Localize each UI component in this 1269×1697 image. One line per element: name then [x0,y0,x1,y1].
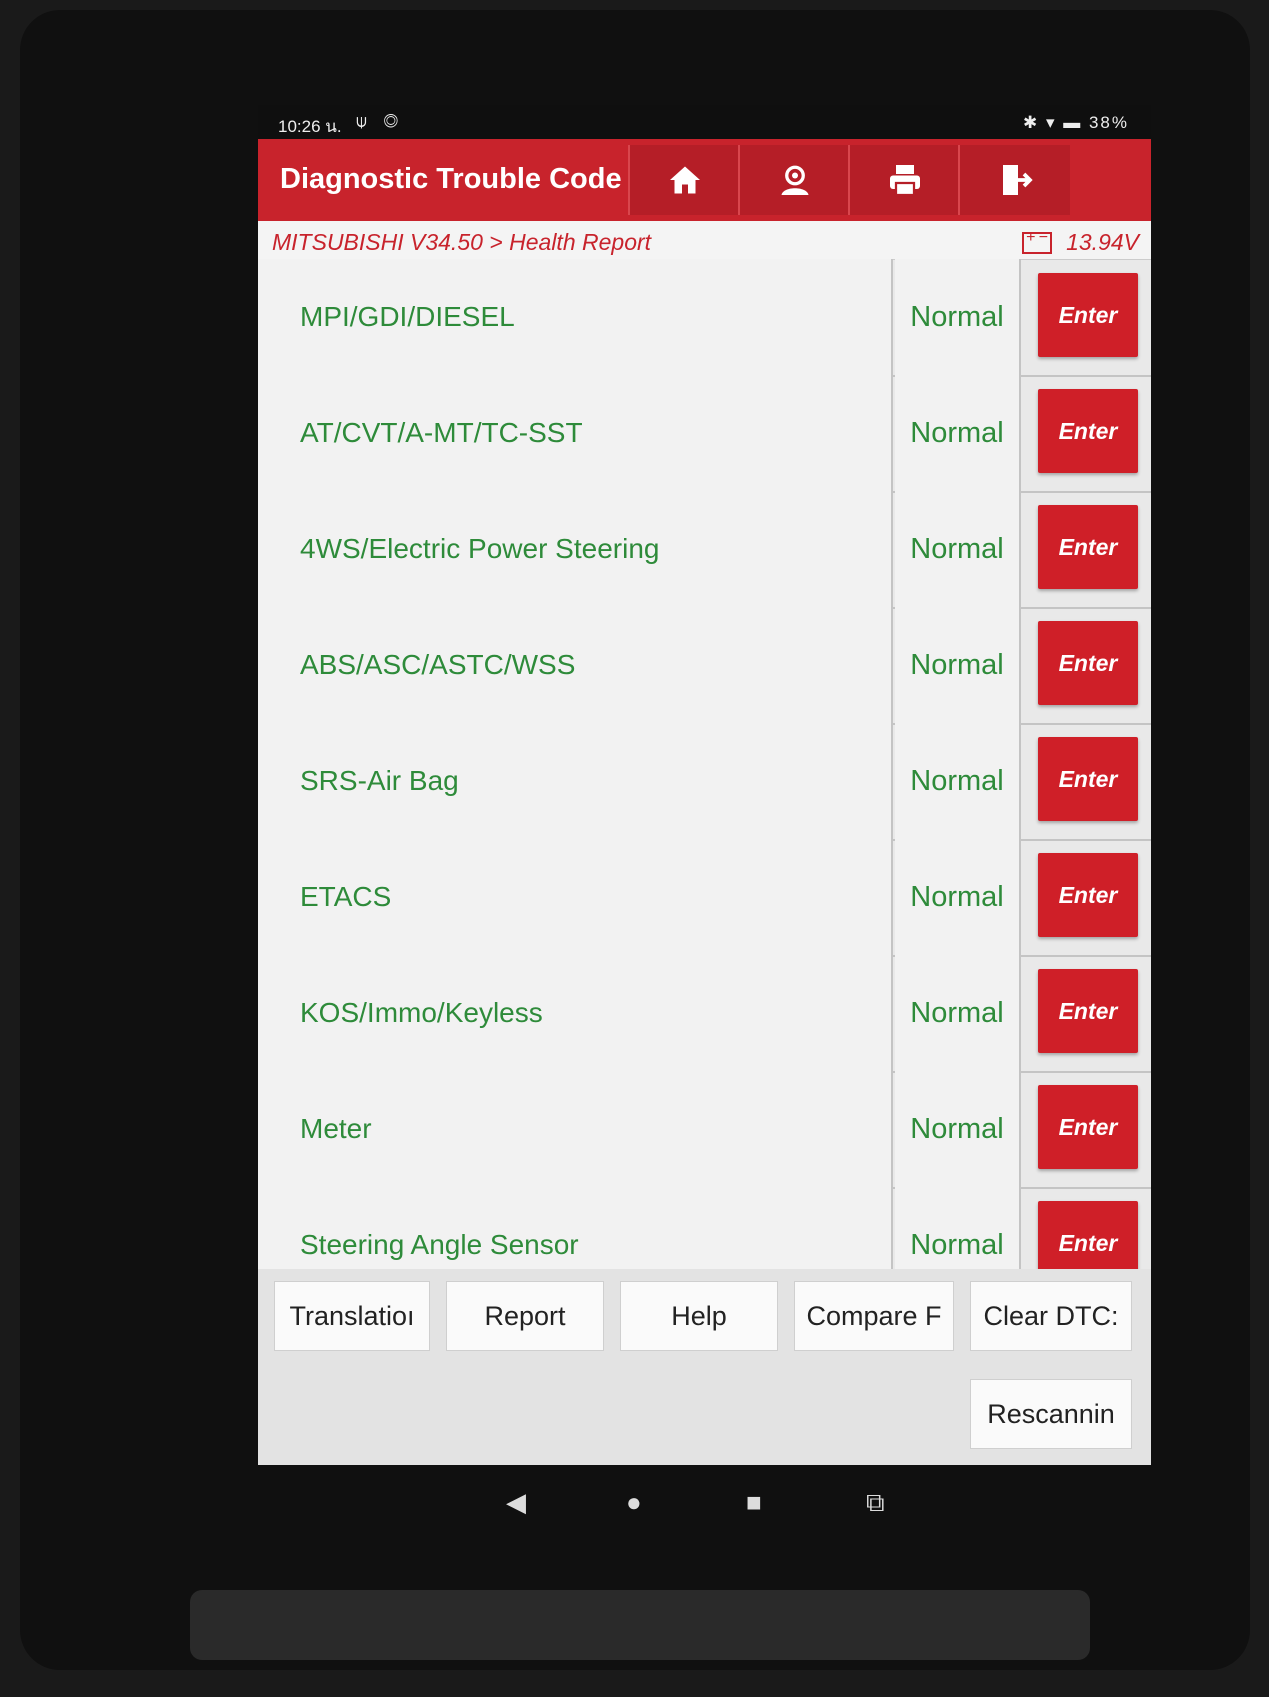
report-button[interactable]: Report [446,1281,604,1351]
back-icon[interactable]: ◀ [506,1487,526,1518]
voltage-value: 13.94V [1066,229,1139,255]
list-item: KOS/Immo/Keyless Normal Enter [258,955,1151,1073]
exit-icon [1003,165,1033,195]
system-list: MPI/GDI/DIESEL Normal Enter AT/CVT/A-MT/… [258,259,1151,1269]
translation-button[interactable]: Translatioı [274,1281,430,1351]
user-button[interactable] [738,145,850,215]
battery-level: 38% [1088,113,1129,132]
system-name: KOS/Immo/Keyless [258,955,893,1071]
breadcrumb: MITSUBISHI V34.50 > Health Report 13.94V [258,221,1151,260]
system-status: Normal [895,491,1021,607]
car-battery-icon [1022,229,1053,254]
enter-button[interactable]: Enter [1038,737,1138,821]
system-status: Normal [895,1187,1021,1269]
notification-icons: ⍦ ◎ [356,111,405,131]
wifi-icon: ▾ [1045,113,1057,132]
compare-button[interactable]: Compare F [794,1281,954,1351]
breadcrumb-path: MITSUBISHI V34.50 > Health Report [272,229,652,255]
help-button[interactable]: Help [620,1281,778,1351]
status-bar: 10:26 น. ⍦ ◎ ✱ ▾ ▬ 38% [258,105,1151,139]
list-item: ETACS Normal Enter [258,839,1151,957]
bluetooth-icon: ✱ [1022,113,1040,132]
status-right: ✱ ▾ ▬ 38% [1023,113,1129,133]
home-nav-icon[interactable]: ● [626,1487,642,1518]
page-title: Diagnostic Trouble Code [280,163,622,195]
system-status: Normal [895,607,1021,723]
system-name: Steering Angle Sensor [258,1187,893,1269]
enter-button[interactable]: Enter [1038,969,1138,1053]
system-name: Meter [258,1071,893,1187]
exit-button[interactable] [958,145,1070,215]
home-icon [670,166,700,194]
system-status: Normal [895,723,1021,839]
system-status: Normal [895,839,1021,955]
recents-icon[interactable]: ■ [746,1487,762,1518]
list-item: MPI/GDI/DIESEL Normal Enter [258,259,1151,377]
system-name: ABS/ASC/ASTC/WSS [258,607,893,723]
clear-dtc-button[interactable]: Clear DTC: [970,1281,1132,1351]
list-item: Steering Angle Sensor Normal Enter [258,1187,1151,1269]
system-status: Normal [895,375,1021,491]
device-bezel [190,1590,1090,1660]
system-name: SRS-Air Bag [258,723,893,839]
system-name: MPI/GDI/DIESEL [258,259,893,375]
print-button[interactable] [848,145,960,215]
system-status: Normal [895,1071,1021,1187]
list-item: 4WS/Electric Power Steering Normal Enter [258,491,1151,609]
list-item: AT/CVT/A-MT/TC-SST Normal Enter [258,375,1151,493]
system-name: ETACS [258,839,893,955]
system-status: Normal [895,259,1021,375]
list-item: SRS-Air Bag Normal Enter [258,723,1151,841]
action-bar: Translatioı Report Help Compare F Clear … [258,1269,1151,1465]
home-button[interactable] [628,145,740,215]
list-item: ABS/ASC/ASTC/WSS Normal Enter [258,607,1151,725]
screenshot-icon[interactable]: ⧉ [866,1487,885,1519]
battery-voltage: 13.94V [1022,229,1139,256]
enter-button[interactable]: Enter [1038,853,1138,937]
user-icon [781,165,809,195]
enter-button[interactable]: Enter [1038,273,1138,357]
list-item: Meter Normal Enter [258,1071,1151,1189]
enter-button[interactable]: Enter [1038,621,1138,705]
app-header: Diagnostic Trouble Code [258,139,1151,221]
enter-button[interactable]: Enter [1038,389,1138,473]
system-status: Normal [895,955,1021,1071]
system-name: 4WS/Electric Power Steering [258,491,893,607]
rescanning-button[interactable]: Rescannin [970,1379,1132,1449]
print-icon [890,165,920,197]
enter-button[interactable]: Enter [1038,1085,1138,1169]
enter-button[interactable]: Enter [1038,1201,1138,1269]
battery-icon: ▬ [1063,113,1083,132]
system-name: AT/CVT/A-MT/TC-SST [258,375,893,491]
enter-button[interactable]: Enter [1038,505,1138,589]
clock: 10:26 น. [278,117,342,136]
screen: 10:26 น. ⍦ ◎ ✱ ▾ ▬ 38% Diagnostic Troubl… [258,105,1151,1465]
android-nav-bar: ◀ ● ■ ⧉ [258,1465,1151,1540]
